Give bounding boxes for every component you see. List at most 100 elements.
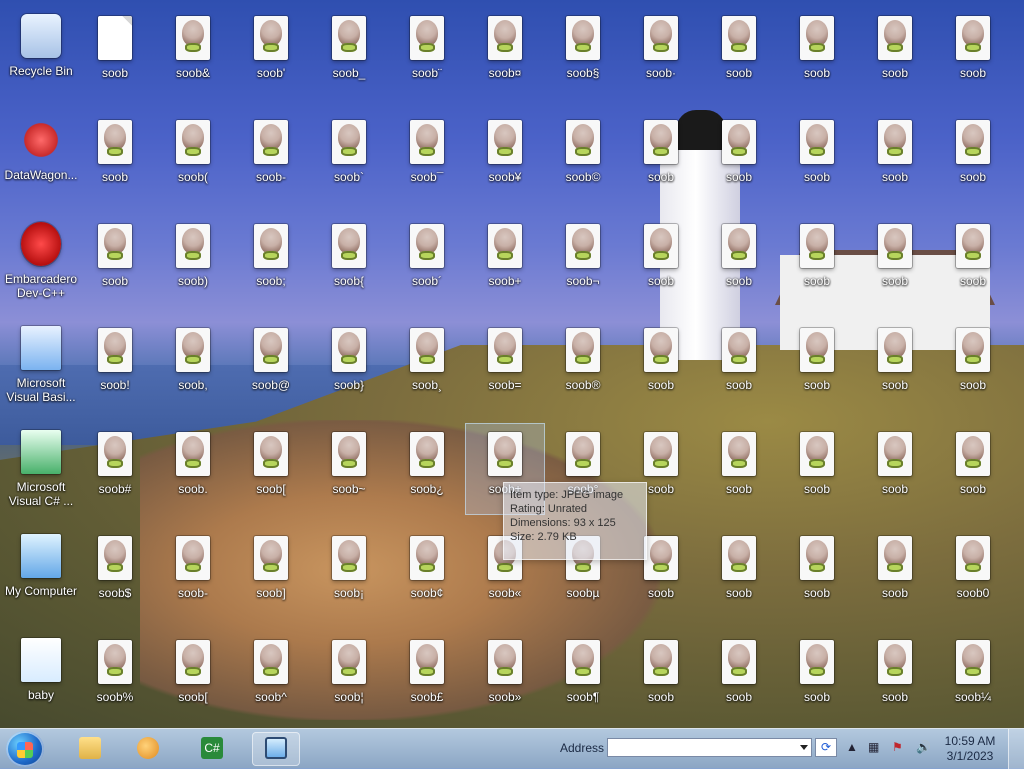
desktop-icon-soob[interactable]: soob0 xyxy=(934,528,1012,618)
media-player-button[interactable] xyxy=(124,732,172,766)
desktop-icon-soob[interactable]: soob xyxy=(622,632,700,722)
desktop-icon-soob[interactable]: soob¡ xyxy=(310,528,388,618)
desktop-icon-soob[interactable]: soob¥ xyxy=(466,112,544,202)
desktop-icon-soob[interactable]: soob¸ xyxy=(388,320,466,410)
desktop-icon-vb[interactable]: Microsoft Visual Basi... xyxy=(2,320,80,410)
desktop-icon-soob[interactable]: soob' xyxy=(232,8,310,98)
desktop-icon-soob[interactable]: soob_ xyxy=(310,8,388,98)
desktop-icon-soob[interactable]: soob£ xyxy=(388,632,466,722)
desktop-icon-soob[interactable]: soob xyxy=(856,8,934,98)
desktop-icon-soob[interactable]: soob xyxy=(778,528,856,618)
start-button[interactable] xyxy=(6,731,44,767)
desktop-icon-soob[interactable]: soob, xyxy=(154,320,232,410)
visual-csharp-button[interactable]: C# xyxy=(188,732,236,766)
desktop-icon-soob[interactable]: soob¬ xyxy=(544,216,622,306)
vb-icon xyxy=(21,326,61,370)
desktop-icon-soob[interactable]: soob^ xyxy=(232,632,310,722)
desktop-icon-soob[interactable]: soob xyxy=(856,216,934,306)
desktop-icon-soob[interactable]: soob xyxy=(700,528,778,618)
desktop-icon-soob[interactable]: soob xyxy=(700,8,778,98)
desktop-icon-soob[interactable]: soob xyxy=(622,112,700,202)
desktop-icon-csharp[interactable]: Microsoft Visual C# ... xyxy=(2,424,80,514)
desktop-icon-soob[interactable]: soob@ xyxy=(232,320,310,410)
desktop-icon-soob[interactable]: soob& xyxy=(154,8,232,98)
desktop-icon-soob[interactable]: soob¿ xyxy=(388,424,466,514)
desktop-icon-soob[interactable]: soob[ xyxy=(154,632,232,722)
desktop-icon-soob[interactable]: soob] xyxy=(232,528,310,618)
desktop-icon-soob[interactable]: soob xyxy=(934,112,1012,202)
desktop-icon-soob[interactable]: soob$ xyxy=(76,528,154,618)
explorer-button[interactable] xyxy=(66,732,114,766)
desktop-icon-soob[interactable]: soob¤ xyxy=(466,8,544,98)
desktop-icon-soob[interactable]: soob= xyxy=(466,320,544,410)
desktop-icon-soob[interactable]: soob© xyxy=(544,112,622,202)
desktop-icon-soob[interactable]: soob` xyxy=(310,112,388,202)
desktop-icon-soob[interactable]: soob· xyxy=(622,8,700,98)
desktop-icon-soob[interactable]: soob xyxy=(934,8,1012,98)
desktop-icon-soob[interactable]: soob xyxy=(76,112,154,202)
desktop-icon-soob[interactable]: soob xyxy=(76,8,154,98)
desktop-icon-soob[interactable]: soob{ xyxy=(310,216,388,306)
desktop-icon-soob[interactable]: soob- xyxy=(232,112,310,202)
desktop-icon-soob[interactable]: soob} xyxy=(310,320,388,410)
desktop-icon-soob[interactable]: soob¯ xyxy=(388,112,466,202)
address-go-button[interactable]: ⟳ xyxy=(815,738,837,757)
desktop-icon-soob[interactable]: soob xyxy=(76,216,154,306)
desktop-icon-soob[interactable]: soob® xyxy=(544,320,622,410)
desktop-icon-soob[interactable]: soob xyxy=(622,320,700,410)
desktop-icon-soob[interactable]: soob) xyxy=(154,216,232,306)
desktop-icon-soob[interactable]: soob xyxy=(778,424,856,514)
desktop-icon-soob[interactable]: soob~ xyxy=(310,424,388,514)
desktop-icon-soob[interactable]: soob xyxy=(934,424,1012,514)
desktop-icon-soob[interactable]: soob´ xyxy=(388,216,466,306)
desktop-icon-image[interactable]: baby xyxy=(2,632,80,722)
desktop-icon-soob[interactable]: soob xyxy=(700,320,778,410)
desktop-icon-soob[interactable]: soob xyxy=(856,320,934,410)
desktop-icon-soob[interactable]: soob xyxy=(778,216,856,306)
desktop-icon-soob[interactable]: soob xyxy=(856,424,934,514)
computer-button[interactable] xyxy=(252,732,300,766)
address-input[interactable] xyxy=(607,738,812,757)
desktop-icon-soob[interactable]: soob xyxy=(778,320,856,410)
desktop-icon-soob[interactable]: soob xyxy=(700,216,778,306)
action-center-icon[interactable]: ⚑ xyxy=(892,740,903,754)
desktop-icon-soob[interactable]: soob xyxy=(622,216,700,306)
desktop-icon-soob[interactable]: soob+ xyxy=(466,216,544,306)
desktop-icon-recycle-bin[interactable]: Recycle Bin xyxy=(2,8,80,98)
desktop-icon-soob[interactable]: soob; xyxy=(232,216,310,306)
desktop-icon-soob[interactable]: soob( xyxy=(154,112,232,202)
desktop-icon-soob[interactable]: soob xyxy=(934,320,1012,410)
desktop-icon-soob[interactable]: soob xyxy=(700,112,778,202)
desktop-icon-soob[interactable]: soob» xyxy=(466,632,544,722)
desktop-icon-soob[interactable]: soob xyxy=(856,112,934,202)
desktop-icon-soob[interactable]: soob xyxy=(700,632,778,722)
desktop-icon-datawagon[interactable]: DataWagon... xyxy=(2,112,80,202)
desktop-icon-soob[interactable]: soob- xyxy=(154,528,232,618)
desktop-icon-soob[interactable]: soob# xyxy=(76,424,154,514)
speaker-icon[interactable]: 🔊 xyxy=(916,740,931,754)
desktop-icon-soob[interactable]: soob[ xyxy=(232,424,310,514)
desktop-icon-soob[interactable]: soob¦ xyxy=(310,632,388,722)
desktop-icon-soob[interactable]: soob§ xyxy=(544,8,622,98)
desktop-icon-computer[interactable]: My Computer xyxy=(2,528,80,618)
desktop-icon-soob[interactable]: soob xyxy=(934,216,1012,306)
desktop-icon-soob[interactable]: soob% xyxy=(76,632,154,722)
desktop-icon-soob[interactable]: soob xyxy=(856,528,934,618)
desktop-icon-soob[interactable]: soob xyxy=(856,632,934,722)
chevron-down-icon[interactable] xyxy=(800,745,808,750)
desktop-icon-soob[interactable]: soob¢ xyxy=(388,528,466,618)
chevron-up-icon[interactable]: ▲ xyxy=(846,740,858,754)
desktop-icon-soob[interactable]: soob xyxy=(778,8,856,98)
desktop-icon-soob[interactable]: soob xyxy=(778,112,856,202)
clock[interactable]: 10:59 AM 3/1/2023 xyxy=(942,734,998,764)
desktop-icon-soob[interactable]: soob xyxy=(778,632,856,722)
show-desktop-button[interactable] xyxy=(1008,729,1024,769)
network-icon[interactable]: ▦ xyxy=(868,740,879,754)
desktop-icon-soob[interactable]: soob¨ xyxy=(388,8,466,98)
desktop-icon-soob[interactable]: soob¶ xyxy=(544,632,622,722)
desktop-icon-devcpp[interactable]: Embarcadero Dev-C++ xyxy=(2,216,80,306)
desktop-icon-soob[interactable]: soob. xyxy=(154,424,232,514)
desktop-icon-soob[interactable]: soob¼ xyxy=(934,632,1012,722)
desktop-icon-soob[interactable]: soob xyxy=(700,424,778,514)
desktop-icon-soob[interactable]: soob! xyxy=(76,320,154,410)
